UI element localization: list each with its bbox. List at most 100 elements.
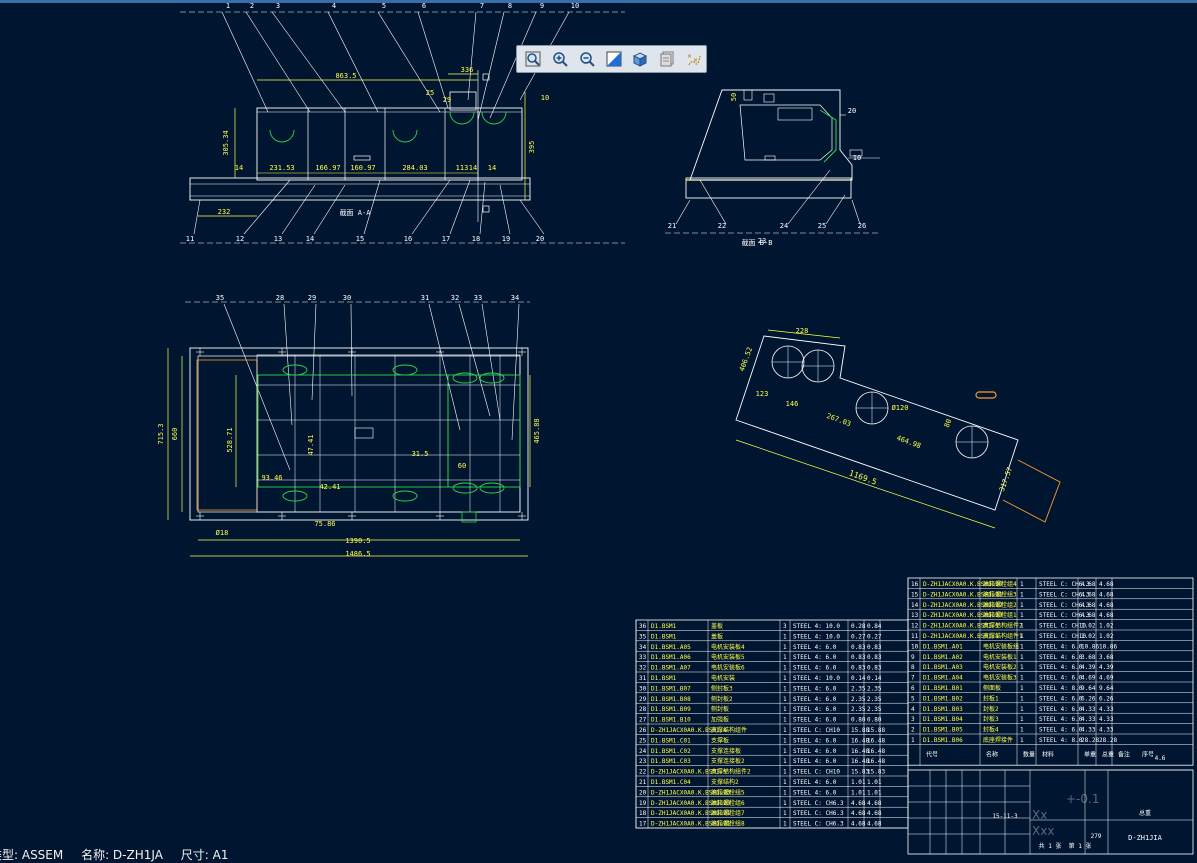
bom-right-cell: STEEL C: CH10 [1039, 623, 1086, 630]
side-bracket [763, 93, 775, 103]
bom-header-cell: 单重 [1084, 750, 1096, 758]
bom-left-cell: D1.BSM1.A07 [651, 665, 691, 672]
layers-button[interactable] [655, 47, 679, 71]
bom-left-cell: 盖板 [711, 622, 723, 630]
cad-drawing-canvas[interactable]: 1 2 3 4 5 6 7 8 9 1011 12 13 14 15 16 17 18 19 20863.53362… [0, 0, 1197, 862]
balloon-label-13: 13 [274, 235, 282, 243]
view-toolbar: × × [516, 45, 707, 73]
bom-left-cell: 盖板 [711, 632, 723, 640]
bom-left-cell: 1 [783, 800, 787, 807]
svg-text:×: × [687, 53, 692, 60]
balloon-label-11: 11 [186, 235, 194, 243]
side-inner-outline [739, 104, 833, 161]
dim-14: 14 [235, 164, 243, 172]
repaint-button[interactable] [602, 47, 626, 71]
zoom-out-button[interactable] [575, 47, 599, 71]
bom-right-cell: 12 [911, 623, 919, 630]
bom-left-cell: 17 [639, 821, 647, 828]
balloon-leader-3 [271, 11, 346, 113]
bom-right-cell: 10 [911, 643, 919, 650]
balloon-leader-5 [377, 11, 441, 113]
dim-123: 123 [756, 390, 769, 398]
cube-shading-icon [633, 52, 648, 67]
dim-715-3: 715.3 [157, 423, 165, 444]
bom-right-cell: 1 [1020, 602, 1024, 609]
date-cell: 15-11-3 [992, 813, 1018, 820]
bom-right-cell: 1 [1020, 706, 1024, 713]
front-view-section-aa: 1 2 3 4 5 6 7 8 9 1011 12 13 14 15 16 17 18 19 20863.53362… [180, 2, 625, 244]
bom-left-cell: 20 [639, 789, 647, 796]
bom-right-cell: D1.BSM1.B01 [923, 685, 963, 692]
repaint-icon [606, 51, 621, 67]
bom-right-cell: 16 [911, 581, 919, 588]
bom-left-cell: 0.83 [867, 665, 882, 672]
section-marker [482, 205, 490, 213]
bom-left-cell: 27 [639, 717, 647, 724]
bom-left-cell: 侧封板2 [711, 695, 733, 703]
bom-left-cell: STEEL 4: 6.0 [793, 779, 837, 786]
balloon-leader-18 [479, 181, 486, 235]
bom-right-cell: 15 [911, 591, 919, 598]
bom-right-cell: 11 [911, 633, 919, 640]
bom-right-cell: 1 [1020, 664, 1024, 671]
zoom-fit-button[interactable] [521, 47, 545, 71]
bom-left-cell: 3 [783, 623, 787, 630]
bom-right-cell: D1.BSM1.B02 [923, 695, 963, 702]
bom-left-cell: STEEL 4: 6.0 [793, 644, 837, 651]
bom-left-cell: 支撑结构2 [711, 778, 739, 786]
bom-right-cell: 13 [911, 612, 919, 619]
bom-right-cell: 1 [1020, 727, 1024, 734]
top-port-ellipse [392, 364, 418, 376]
magnifier-plus-icon [553, 52, 568, 67]
dim-317-57: 317.57 [998, 466, 1014, 493]
bom-left-cell: 4.68 [851, 800, 866, 807]
bom-left-cell: 1 [783, 748, 787, 755]
bom-right-cell: 4.33 [1099, 716, 1114, 723]
balloon-leader-13 [281, 184, 316, 235]
bom-right-cell: 侧面板 [983, 684, 1001, 692]
bom-right-cell: 4.33 [1081, 706, 1096, 713]
balloon-leader-16 [411, 179, 451, 235]
balloon-label-20: 20 [848, 107, 856, 115]
drawing-viewport[interactable]: 1 2 3 4 5 6 7 8 9 10 11 12 13 14 15 16 17 18 19 20 863.5 336 2… [0, 0, 1197, 862]
bom-right-cell: 4.69 [1081, 675, 1096, 682]
bom-left-cell: 32 [639, 665, 647, 672]
bom-left-cell: 支撑连接板 [711, 747, 741, 755]
bom-right-cell: STEEL 4: 8.0 [1039, 737, 1083, 744]
datum-display-button[interactable]: × × [682, 47, 706, 71]
bom-left-cell: 15.88 [867, 727, 885, 734]
bom-left-cell: 电机安装板6 [711, 664, 745, 672]
zoom-in-button[interactable] [548, 47, 572, 71]
bom-left-cell: 支撑连接板2 [711, 757, 745, 765]
balloon-leader-26 [851, 199, 861, 225]
shading-button[interactable] [628, 47, 652, 71]
bom-left-cell: D1.BSM1.B07 [651, 685, 691, 692]
bom-right-cell: STEEL 4: 8.0 [1039, 685, 1083, 692]
bom-left-cell: D1.BSM1.B09 [651, 706, 691, 713]
bom-left-cell: STEEL C: CH10 [793, 727, 840, 734]
bom-right-cell: STEEL 4: 6.0 [1039, 706, 1083, 713]
watermark-line-2: Xx [1032, 808, 1048, 822]
bom-right-cell: 1.02 [1081, 623, 1096, 630]
bom-left-cell: D1.BSM1.B08 [651, 696, 691, 703]
dim-dia-18: Ø18 [216, 529, 229, 537]
bom-left-cell: 0.28 [851, 623, 866, 630]
bom-left-cell: 支撑板 [711, 736, 729, 744]
bom-right-cell: 4.68 [1081, 602, 1096, 609]
bom-header-cell: 序号 [1142, 750, 1154, 758]
bom-left-cell: STEEL 4: 6.0 [793, 758, 837, 765]
side-base-frame [685, 177, 852, 199]
dim-93-46: 93.46 [261, 474, 282, 482]
balloon-leader-33 [481, 303, 501, 421]
bom-right-cell: D1.BSM1.B06 [923, 737, 963, 744]
bom-right-cell: 10.86 [1099, 643, 1117, 650]
motor-flange [449, 91, 477, 111]
balloon-label-33: 33 [474, 294, 482, 302]
bom-right-cell: 4.68 [1099, 612, 1114, 619]
balloon-label-26: 26 [858, 222, 866, 230]
bom-right-cell: STEEL 4: 6.0 [1039, 675, 1083, 682]
bom-right-cell: 4.68 [1081, 581, 1096, 588]
bom-right-cell: STEEL 4: 6.0 [1039, 643, 1083, 650]
bom-right-cell: 电机安装板2 [983, 663, 1017, 671]
bom-right-cell: 电机安装板3 [983, 674, 1017, 682]
